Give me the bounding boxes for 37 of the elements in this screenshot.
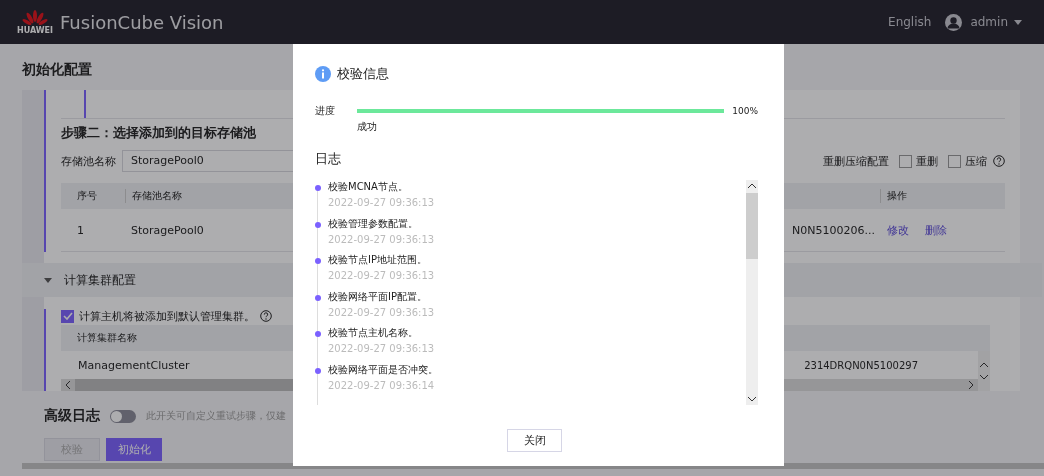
column-header: 存储池名称	[125, 189, 272, 203]
log-time: 2022-09-27 09:36:13	[328, 270, 435, 281]
brand-name: HUAWEI	[17, 25, 54, 35]
column-header: 序号	[76, 189, 98, 203]
table-cell-text: StoragePool0	[130, 223, 205, 237]
progress-label: 进度	[315, 104, 336, 118]
log-title: 日志	[315, 150, 342, 168]
log-message: 校验节点IP地址范围。	[328, 253, 428, 267]
log-message: 校验网络平面IP配置。	[328, 289, 428, 304]
page-title: 初始化配置	[22, 60, 92, 79]
log-message: 校验节点主机名称。	[328, 326, 419, 340]
progress-status: 成功	[357, 120, 377, 134]
log-time: 2022-09-27 09:36:13	[328, 306, 435, 318]
log-time: 2022-09-27 09:36:14	[328, 379, 436, 391]
checkbox-label: 计算主机将被添加到默认管理集群。	[79, 308, 255, 324]
log-time: 2022-09-27 09:36:13	[328, 197, 435, 208]
log-message: 校验管理参数配置。	[328, 216, 419, 231]
log-message: 校验MCNA节点。	[328, 180, 409, 194]
log-time: 2022-09-27 09:36:13	[328, 233, 435, 245]
progress-reading: 100%	[732, 106, 758, 116]
checkbox-label: 重删	[916, 153, 938, 169]
table-cell: 2314DRQN0N5100297	[804, 359, 918, 371]
section-title: 计算集群配置	[64, 271, 136, 289]
column-header: 计算集群名称	[77, 331, 137, 345]
step-title: 步骤二：选择添加到的目标存储池	[61, 124, 256, 142]
app-title: FusionCube Vision	[60, 11, 224, 33]
log-message: 校验网络平面是否冲突。	[328, 362, 438, 377]
log-time: 2022-09-27 09:36:13	[328, 343, 435, 354]
table-cell: N0N5100206...	[792, 223, 875, 237]
column-header: 操作	[880, 189, 1005, 203]
advanced-log-label: 高级日志	[44, 407, 100, 425]
table-cell-text: 1	[76, 223, 85, 237]
dialog-title: 校验信息	[337, 65, 389, 83]
table-cell: ManagementCluster	[78, 358, 190, 372]
dedup-label: 重删压缩配置	[823, 153, 889, 169]
pool-name-label: 存储池名称	[61, 153, 116, 169]
checkbox-label: 压缩	[965, 153, 987, 169]
